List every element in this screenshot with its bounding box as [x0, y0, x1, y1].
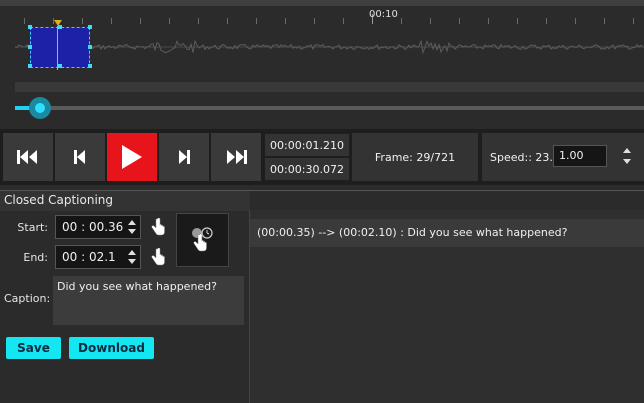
seek-slider-track[interactable] — [15, 106, 644, 110]
selection-handle-bottom-right[interactable] — [88, 64, 92, 68]
start-label: Start: — [17, 221, 48, 234]
set-end-hand-icon[interactable] — [150, 248, 166, 266]
play-button[interactable] — [107, 133, 157, 181]
caption-textarea[interactable]: Did you see what happened? — [53, 276, 244, 325]
selection-handle-bottom-left[interactable] — [28, 64, 32, 68]
start-stepper-icon[interactable] — [128, 219, 136, 235]
speed-input[interactable]: 1.00 — [553, 145, 607, 167]
skip-to-end-button[interactable] — [211, 133, 261, 181]
save-button[interactable]: Save — [6, 337, 61, 359]
caption-label: Caption: — [4, 292, 51, 305]
captioning-header-right — [250, 190, 644, 211]
waveform[interactable] — [0, 24, 644, 82]
skip-to-start-button[interactable] — [3, 133, 53, 181]
waveform-graphic — [14, 39, 644, 55]
set-start-hand-icon[interactable] — [150, 218, 166, 236]
end-time-input[interactable]: 00 : 02.1 — [55, 245, 141, 269]
playhead-line — [57, 26, 58, 70]
step-back-button[interactable] — [55, 133, 105, 181]
selection-handle-top-left[interactable] — [28, 25, 32, 29]
end-label: End: — [23, 251, 48, 264]
waveform-overview-strip — [15, 82, 644, 92]
end-time-value: 00 : 02.1 — [62, 250, 116, 264]
pick-time-button[interactable] — [176, 213, 229, 267]
timeline-time-label: 00:10 — [369, 9, 398, 20]
start-time-value: 00 : 00.36 — [62, 220, 124, 234]
selection-handle-bottom[interactable] — [58, 64, 62, 68]
play-icon — [122, 145, 142, 169]
frame-counter: Frame: 29/721 — [352, 133, 478, 181]
total-time-display: 00:00:30.072 — [265, 158, 349, 180]
caption-region-selection[interactable] — [28, 25, 92, 68]
spin-arrows-icon — [623, 148, 631, 164]
current-time-display: 00:00:01.210 — [265, 134, 349, 156]
selection-handle-top-right[interactable] — [88, 25, 92, 29]
playhead-marker[interactable] — [54, 20, 62, 26]
skip-start-icon — [17, 150, 37, 164]
timeline-ruler[interactable] — [0, 6, 644, 24]
caption-list-item[interactable]: (00:00.35) --> (00:02.10) : Did you see … — [250, 219, 644, 247]
captioning-title: Closed Captioning — [4, 193, 114, 207]
skip-end-icon — [227, 150, 247, 164]
pick-time-icon — [192, 227, 213, 252]
selection-handle-left[interactable] — [28, 45, 32, 49]
start-time-input[interactable]: 00 : 00.36 — [55, 215, 141, 239]
step-back-icon — [74, 150, 85, 164]
selection-handle-right[interactable] — [88, 45, 92, 49]
step-forward-icon — [179, 150, 190, 164]
end-stepper-icon[interactable] — [128, 249, 136, 265]
step-forward-button[interactable] — [159, 133, 209, 181]
speed-stepper[interactable] — [622, 146, 632, 166]
download-button[interactable]: Download — [69, 337, 154, 359]
